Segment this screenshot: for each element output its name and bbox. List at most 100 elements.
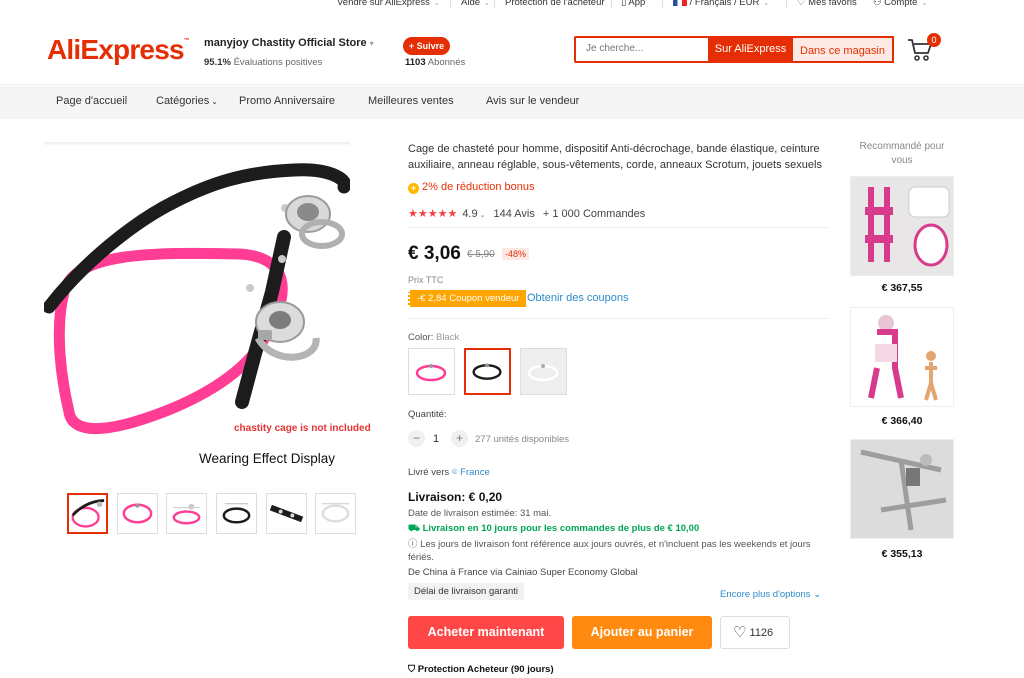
cart-button[interactable]: 0 <box>906 33 941 63</box>
protection-text: Protection Acheteur (90 jours) <box>417 664 554 675</box>
search-aliexpress-button[interactable]: Sur AliExpress <box>708 36 793 63</box>
thumbnail[interactable] <box>67 493 108 534</box>
product-illustration <box>44 163 350 435</box>
help-label: Aide <box>461 0 481 8</box>
reviews-link[interactable]: 144 Avis <box>493 208 534 220</box>
location-selector[interactable]: ⌾ France <box>452 467 490 478</box>
sell-label: Vendre sur AliExpress <box>337 0 430 8</box>
recommended-title: Recommandé pour vous <box>859 141 945 166</box>
chevron-down-icon: ⌄ <box>479 212 486 219</box>
chevron-down-icon: ⌄ <box>484 0 490 7</box>
recommended-price: € 367,55 <box>881 282 923 294</box>
help-link[interactable]: Aide ⌄ <box>461 0 490 8</box>
quantity-value[interactable]: 1 <box>433 433 439 445</box>
recommended-image <box>851 440 953 538</box>
account-label: Compte <box>884 0 918 8</box>
tax-note: Prix TTC <box>408 275 444 285</box>
shield-icon: ⛉ <box>408 664 416 675</box>
thumbnail[interactable] <box>166 493 207 534</box>
get-coupons-link[interactable]: Obtenir des coupons <box>527 292 629 304</box>
color-swatch-pink[interactable] <box>408 348 455 395</box>
rating-row: ★★★★★ 4.9 ⌄ 144 Avis + 1 000 Commandes <box>408 207 645 220</box>
thumbnail[interactable] <box>315 493 356 534</box>
main-product-image[interactable]: chastity cage is not included Wearing Ef… <box>44 142 371 478</box>
swatch-image <box>415 364 447 382</box>
search-store-button[interactable]: Dans ce magasin <box>793 36 894 63</box>
color-value: Black <box>435 332 460 343</box>
recommended-item[interactable] <box>850 307 954 407</box>
followers: 1103 Abonnés <box>405 57 465 68</box>
seller-coupon[interactable]: -€ 2,84 Coupon vendeur <box>408 290 527 307</box>
divider <box>408 318 828 319</box>
sell-link[interactable]: Vendre sur AliExpress ⌄ <box>337 0 440 8</box>
top-utility-bar: Vendre sur AliExpress ⌄ Aide ⌄ Protection … <box>0 0 1024 12</box>
store-rating: 95.1% Évaluations positives <box>204 57 322 68</box>
wishlist-count: 1126 <box>749 627 774 639</box>
guaranteed-delivery-badge: Délai de livraison garanti <box>408 583 525 600</box>
chevron-down-icon: ⌄ <box>813 589 822 600</box>
nav-item-seller-reviews[interactable]: Avis sur le vendeur <box>486 95 579 107</box>
rating-value[interactable]: 4.9 <box>462 208 477 220</box>
color-swatch-black[interactable] <box>464 348 511 395</box>
delivery-price: Livraison: € 0,20 <box>408 490 503 504</box>
bonus-discount[interactable]: +2% de réduction bonus <box>408 181 535 194</box>
nav-item-home[interactable]: Page d'accueil <box>56 95 127 107</box>
color-label: Color: Black <box>408 332 459 343</box>
nav-item-promo[interactable]: Promo Anniversaire <box>239 95 335 107</box>
orders-count: + 1 000 Commandes <box>542 208 646 220</box>
chevron-down-icon: ⌄ <box>763 0 770 7</box>
ship-to-label: Livré vers <box>408 467 450 478</box>
thumbnail[interactable] <box>117 493 158 534</box>
buyer-protection-link[interactable]: Protection de l'acheteur <box>505 0 605 8</box>
aliexpress-logo[interactable]: AliExpress™ <box>47 34 190 66</box>
store-name[interactable]: manyjoy Chastity Official Store ▾ <box>204 37 374 49</box>
truck-icon: ⛟ <box>408 523 420 534</box>
recommended-image <box>851 177 953 275</box>
wishlist-link[interactable]: ♡ Mes favoris <box>797 0 857 8</box>
color-label-text: Color: <box>408 332 434 343</box>
image-caption: Wearing Effect Display <box>199 451 336 466</box>
quantity-increase-button[interactable]: + <box>451 430 468 447</box>
app-link[interactable]: ▯ App <box>621 0 645 8</box>
store-rating-value: 95.1% <box>204 57 231 68</box>
add-to-cart-button[interactable]: Ajouter au panier <box>572 616 712 649</box>
recommended-item[interactable] <box>850 176 954 276</box>
nav-item-best-sellers[interactable]: Meilleures ventes <box>368 95 454 107</box>
delivery-days-note: ⓘ Les jours de livraison font référence … <box>408 539 828 564</box>
thumbnail-image <box>321 503 350 523</box>
search-bar: Sur AliExpress Dans ce magasin <box>574 36 894 63</box>
flag-icon <box>673 0 687 6</box>
store-nav: Page d'accueil Catégories ⌄ Promo Anniver… <box>0 86 1024 119</box>
thumbnail-image <box>122 503 153 524</box>
question-icon: ⓘ <box>408 539 418 550</box>
wishlist-button[interactable]: ♡ 1126 <box>720 616 790 649</box>
phone-icon: ▯ <box>621 0 627 8</box>
current-price: € 3,06 <box>408 243 461 264</box>
locale-selector[interactable]: / Français / EUR ⌄ <box>673 0 769 8</box>
image-note: chastity cage is not included <box>234 423 371 434</box>
site-header: AliExpress™ manyjoy Chastity Official St… <box>0 12 1024 85</box>
thumbnail-image <box>222 503 251 524</box>
followers-count: 1103 <box>405 57 426 68</box>
nav-item-categories[interactable]: Catégories ⌄ <box>156 95 218 107</box>
delivery-note-text: Les jours de livraison font référence au… <box>408 539 811 563</box>
color-swatch-clear[interactable] <box>520 348 567 395</box>
store-rating-label: Évaluations positives <box>233 57 323 68</box>
account-link[interactable]: ⚇ Compte ⌄ <box>873 0 927 8</box>
follow-button[interactable]: + Suivre <box>403 37 450 55</box>
locale-label: / Français / EUR <box>689 0 760 8</box>
shipping-route: De China à France via Cainiao Super Econ… <box>408 567 638 578</box>
quantity-decrease-button[interactable]: − <box>408 430 425 447</box>
thumbnail-image <box>269 504 304 523</box>
more-options-link[interactable]: Encore plus d'options ⌄ <box>720 589 821 600</box>
thumbnail[interactable] <box>266 493 307 534</box>
divider <box>611 0 612 8</box>
buy-now-button[interactable]: Acheter maintenant <box>408 616 564 649</box>
search-input[interactable] <box>586 43 706 54</box>
wishlist-label: Mes favoris <box>808 0 857 8</box>
recommended-item[interactable] <box>850 439 954 539</box>
app-label: App <box>628 0 646 8</box>
product-title: Cage de chasteté pour homme, dispositif … <box>408 143 822 171</box>
thumbnail[interactable] <box>216 493 257 534</box>
star-rating-icon: ★★★★★ <box>408 208 458 220</box>
